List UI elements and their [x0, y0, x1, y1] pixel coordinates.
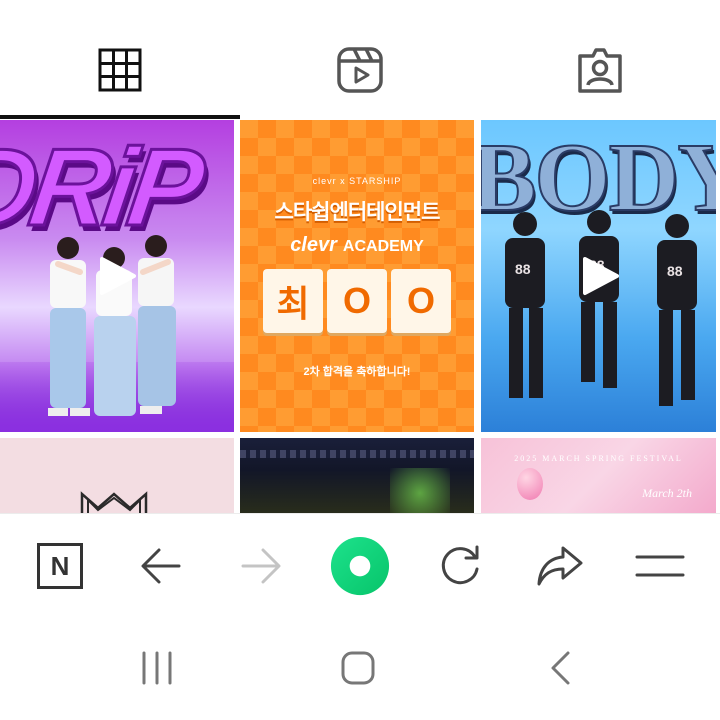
naver-green-dot-icon	[330, 536, 390, 596]
recent-apps-button[interactable]	[127, 638, 187, 698]
browser-toolbar: N	[0, 513, 720, 618]
post-tile-drip-video[interactable]: DRiP	[0, 120, 234, 432]
post-tile-spring-festival[interactable]: 2025 MARCH SPRING FESTIVAL March 2th	[481, 438, 716, 513]
name-box: O	[391, 269, 451, 333]
clevr-logo: clevr	[290, 234, 337, 256]
system-navigation-bar	[0, 618, 720, 720]
share-button[interactable]	[530, 536, 590, 596]
active-tab-indicator	[0, 115, 240, 119]
naver-home-icon: N	[37, 543, 83, 589]
name-box: 최	[263, 269, 323, 333]
forward-arrow-icon	[241, 548, 281, 584]
post-grid: DRiP clevr x STARSHIP 스타쉽엔터테인먼트 clevr ACA…	[0, 120, 720, 513]
name-box: O	[327, 269, 387, 333]
grid-icon	[98, 48, 142, 92]
post-tile-stage[interactable]	[240, 438, 474, 513]
reels-icon	[337, 47, 383, 93]
menu-icon	[635, 555, 685, 577]
academy-label: ACADEMY	[342, 238, 424, 255]
profile-tab-bar	[0, 0, 720, 120]
refresh-icon	[441, 545, 479, 585]
post-tile-body-video[interactable]: BODY 888888	[481, 120, 716, 432]
balloon-graphic	[517, 468, 543, 500]
recent-apps-icon	[142, 651, 172, 685]
company-name: 스타쉽엔터테인먼트	[274, 201, 441, 224]
back-icon	[551, 651, 570, 685]
play-icon	[582, 257, 619, 295]
collab-line: clevr x STARSHIP	[312, 176, 402, 186]
home-button[interactable]	[328, 638, 388, 698]
svg-text:88: 88	[667, 263, 683, 279]
svg-text:88: 88	[515, 261, 531, 277]
share-icon	[537, 546, 583, 586]
tile-title: 2025 MARCH SPRING FESTIVAL	[514, 454, 683, 463]
tab-tagged[interactable]	[480, 0, 720, 120]
system-back-button[interactable]	[530, 638, 590, 698]
naver-n-label: N	[51, 551, 70, 581]
dancers-illustration: 888888	[505, 210, 697, 406]
post-tile-academy-image[interactable]: clevr x STARSHIP 스타쉽엔터테인먼트 clevr ACADEMY …	[240, 120, 474, 432]
refresh-button[interactable]	[430, 536, 490, 596]
brand-logo-icon	[80, 491, 148, 513]
tagged-icon	[578, 48, 622, 93]
back-arrow-icon	[141, 548, 181, 584]
play-icon	[100, 257, 136, 295]
home-icon	[341, 651, 375, 685]
tab-reels[interactable]	[240, 0, 480, 120]
naver-green-dot-button[interactable]	[330, 536, 390, 596]
forward-button[interactable]	[231, 536, 291, 596]
academy-brand: clevr ACADEMY	[290, 234, 424, 257]
post-tile-pink-logo[interactable]	[0, 438, 234, 513]
menu-button[interactable]	[630, 536, 690, 596]
congrats-note: 2차 합격을 축하합니다!	[303, 366, 411, 378]
back-button[interactable]	[131, 536, 191, 596]
naver-home-button[interactable]: N	[30, 536, 90, 596]
tab-posts-grid[interactable]	[0, 0, 240, 120]
name-boxes: 최 O O	[263, 269, 451, 333]
tile-date: March 2th	[642, 486, 692, 500]
